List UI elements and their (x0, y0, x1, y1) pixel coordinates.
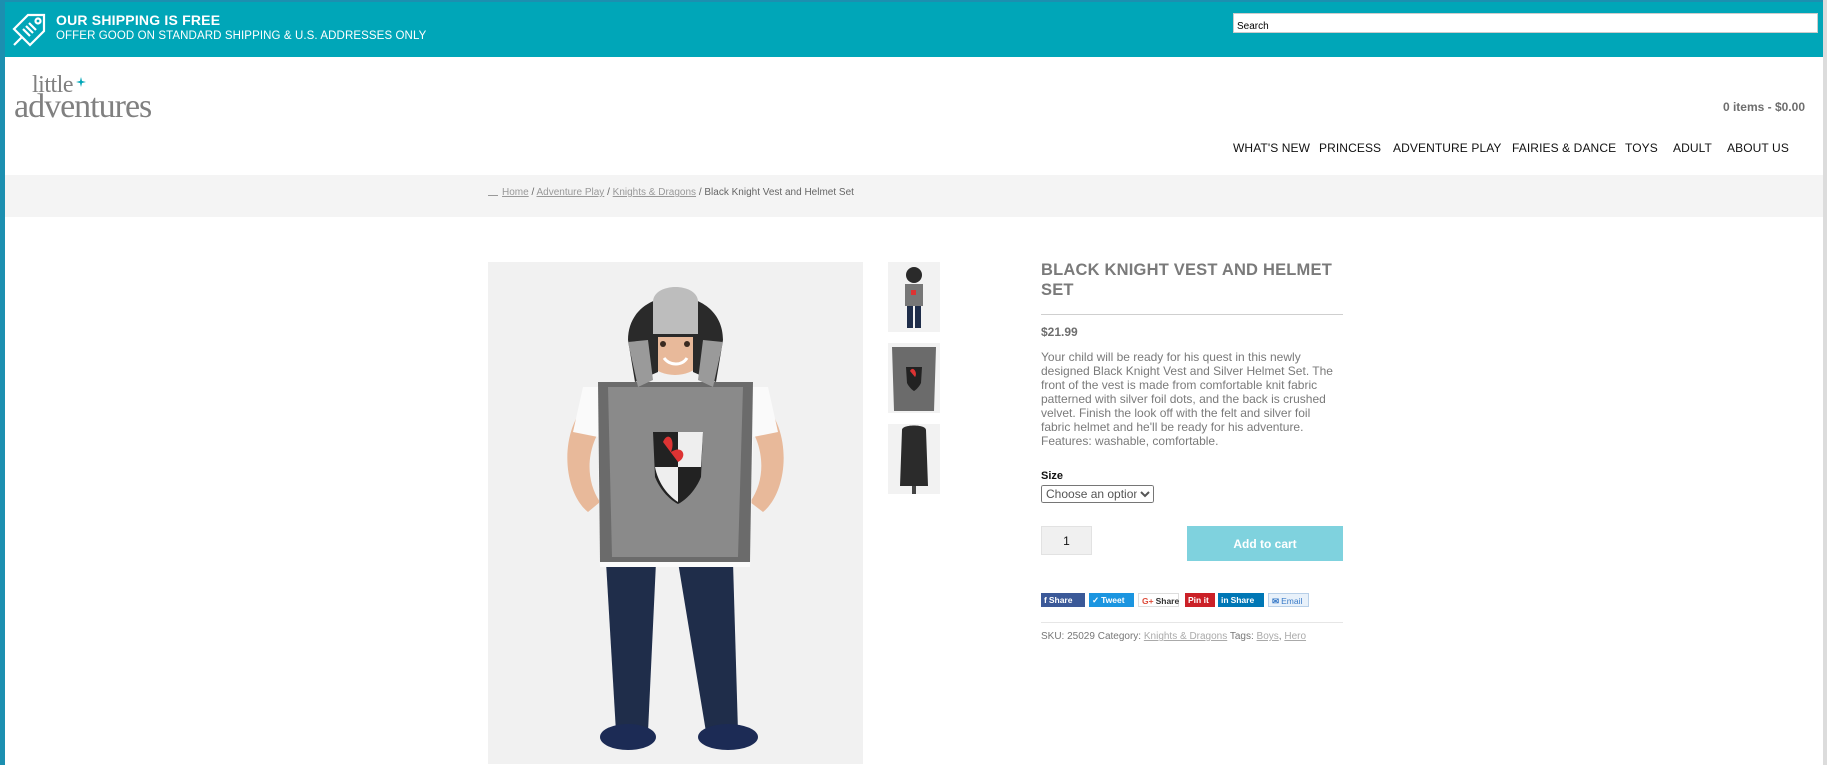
thumbnail-vest-front (888, 343, 940, 413)
facebook-icon: f (1044, 595, 1047, 605)
logo-word-adventures: adventures (14, 88, 152, 125)
home-icon (488, 187, 498, 196)
size-select[interactable]: Choose an option (1041, 485, 1154, 503)
breadcrumb-separator: / (698, 187, 702, 198)
twitter-tweet-button[interactable]: ✓ Tweet (1089, 593, 1134, 607)
product-photo-illustration (488, 262, 863, 764)
breadcrumb-adventure-play[interactable]: Adventure Play (536, 187, 604, 198)
product-meta: SKU: 25029 Category: Knights & Dragons T… (1041, 631, 1306, 642)
product-title: BLACK KNIGHT VEST AND HELMET SET (1041, 261, 1332, 299)
google-share-button[interactable]: G+ Share (1138, 593, 1179, 607)
envelope-icon: ✉ (1272, 596, 1280, 606)
linkedin-share-label: Share (1230, 595, 1255, 605)
breadcrumb-current: Black Knight Vest and Helmet Set (704, 187, 854, 198)
linkedin-icon: in (1221, 595, 1229, 605)
nav-item-adventure-play[interactable]: ADVENTURE PLAY (1393, 141, 1502, 155)
nav-item-adult[interactable]: ADULT (1673, 141, 1712, 155)
category-link[interactable]: Knights & Dragons (1144, 631, 1227, 642)
facebook-share-button[interactable]: f Share (1041, 593, 1085, 607)
pinterest-pin-button[interactable]: Pin it (1185, 593, 1215, 607)
cart-summary-link[interactable]: 0 items - $0.00 (1640, 100, 1805, 114)
product-description: Your child will be ready for his quest i… (1041, 350, 1333, 448)
thumbnail-vest-back (888, 424, 940, 494)
promo-bar: OUR SHIPPING IS FREE OFFER GOOD ON STAND… (5, 2, 1823, 57)
site-logo[interactable]: little adventures (14, 73, 168, 125)
search-input[interactable] (1233, 13, 1818, 33)
nav-item-toys[interactable]: TOYS (1625, 141, 1658, 155)
twitter-icon: ✓ (1092, 595, 1100, 605)
pinterest-pin-label: Pin it (1188, 595, 1209, 605)
nav-item-whats-new[interactable]: WHAT'S NEW (1233, 141, 1310, 155)
category-label: Category: (1097, 631, 1142, 642)
title-divider (1041, 314, 1343, 315)
product-main-image[interactable] (488, 262, 863, 764)
twitter-tweet-label: Tweet (1101, 595, 1125, 605)
thumbnail-child-front (888, 262, 940, 332)
google-plus-icon: G+ (1142, 596, 1154, 606)
scrollbar-track[interactable] (1823, 0, 1827, 765)
window-frame-left (0, 0, 5, 765)
email-share-label: Email (1281, 596, 1303, 606)
product-thumbnail[interactable] (888, 424, 940, 494)
facebook-share-label: Share (1048, 595, 1073, 605)
promo-subline: OFFER GOOD ON STANDARD SHIPPING & U.S. A… (56, 30, 427, 42)
nav-item-fairies-dance[interactable]: FAIRIES & DANCE (1512, 141, 1616, 155)
nav-item-princess[interactable]: PRINCESS (1319, 141, 1381, 155)
email-share-button[interactable]: ✉ Email (1268, 593, 1309, 607)
quantity-input[interactable] (1041, 526, 1092, 555)
add-to-cart-button[interactable]: Add to cart (1187, 526, 1343, 561)
breadcrumb-knights-dragons[interactable]: Knights & Dragons (613, 187, 696, 198)
breadcrumb: Home / Adventure Play / Knights & Dragon… (488, 187, 854, 198)
sku-value: 25029 (1067, 631, 1095, 642)
linkedin-share-button[interactable]: in Share (1218, 593, 1264, 607)
tags-label: Tags: (1229, 631, 1254, 642)
breadcrumb-band (5, 175, 1823, 217)
logo-sparkle-icon (76, 77, 86, 87)
breadcrumb-separator: / (531, 187, 535, 198)
breadcrumb-home[interactable]: Home (502, 187, 529, 198)
product-thumbnail[interactable] (888, 262, 940, 332)
product-price: $21.99 (1041, 325, 1078, 339)
tag-link-hero[interactable]: Hero (1284, 631, 1306, 642)
google-share-label: Share (1155, 596, 1180, 606)
shipping-tag-icon (12, 13, 46, 47)
meta-divider (1041, 622, 1343, 623)
promo-headline: OUR SHIPPING IS FREE (56, 12, 221, 28)
breadcrumb-separator: / (607, 187, 610, 198)
product-thumbnail[interactable] (888, 343, 940, 413)
tag-link-boys[interactable]: Boys (1257, 631, 1279, 642)
nav-item-about-us[interactable]: ABOUT US (1727, 141, 1789, 155)
sku-label: SKU: (1041, 631, 1065, 642)
size-label: Size (1041, 470, 1064, 482)
